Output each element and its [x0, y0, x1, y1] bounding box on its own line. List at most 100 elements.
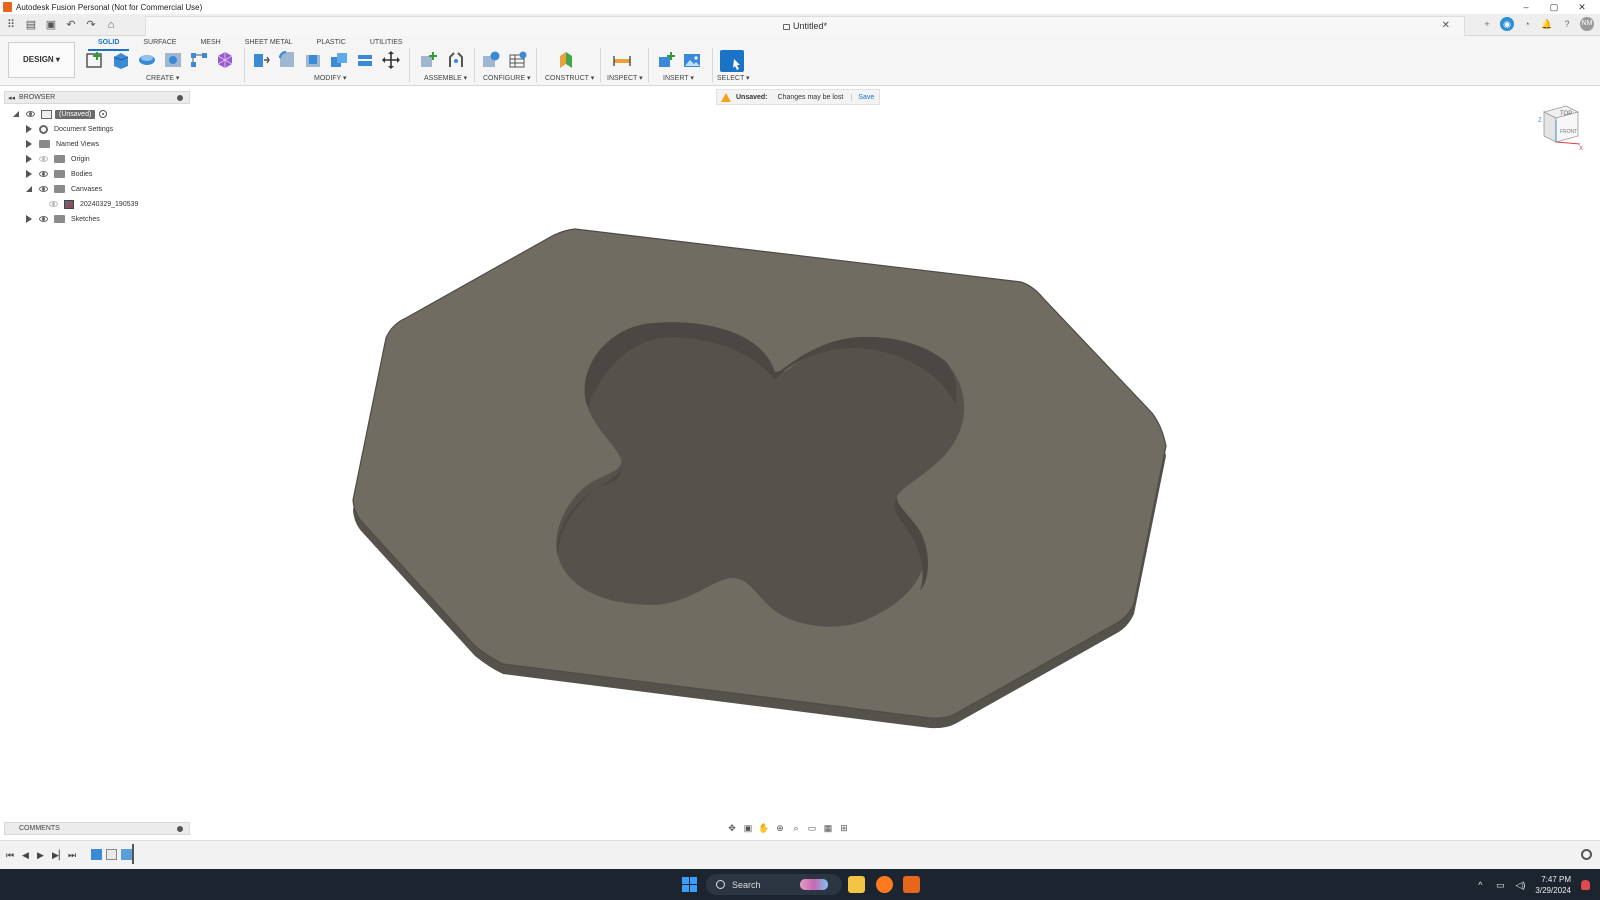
look-at-icon[interactable]: ▣	[742, 823, 754, 833]
visibility-eye-icon[interactable]	[39, 186, 48, 192]
expand-arrow-icon[interactable]	[26, 125, 32, 133]
notification-bell-icon[interactable]	[1581, 879, 1590, 890]
step-forward-icon[interactable]: ▶▏	[52, 850, 66, 861]
browser-item-canvas-image[interactable]: 20240329_190539	[49, 197, 138, 211]
select-group-label[interactable]: SELECT ▾	[717, 74, 750, 82]
browser-item-named-views[interactable]: Named Views	[26, 137, 99, 151]
configuration-table-icon[interactable]	[508, 50, 528, 70]
browser-item-bodies[interactable]: Bodies	[26, 167, 92, 181]
expand-arrow-icon[interactable]	[26, 215, 32, 223]
user-avatar[interactable]: NM	[1580, 17, 1594, 31]
pan-icon[interactable]: ✋	[758, 823, 770, 833]
browser-item-document-settings[interactable]: Document Settings	[26, 122, 113, 136]
plate-body[interactable]	[352, 228, 1167, 719]
redo-icon[interactable]: ↷	[84, 18, 98, 32]
comments-panel[interactable]: COMMENTS	[4, 822, 190, 835]
close-tab-button[interactable]: ✕	[1442, 20, 1450, 31]
firefox-icon[interactable]	[876, 876, 893, 893]
tab-mesh[interactable]: MESH	[190, 37, 230, 51]
browser-root[interactable]: (Unsaved)	[13, 107, 108, 121]
visibility-eye-icon[interactable]	[39, 156, 48, 162]
play-icon[interactable]: ▶	[37, 850, 44, 861]
workspace-switcher[interactable]: DESIGN ▾	[8, 42, 75, 78]
new-component-icon[interactable]	[418, 50, 438, 70]
insert-derive-icon[interactable]	[656, 50, 676, 70]
collapse-browser-icon[interactable]: ◂◂	[8, 94, 15, 102]
inspect-group-label[interactable]: INSPECT ▾	[607, 74, 643, 82]
configure-group-label[interactable]: CONFIGURE ▾	[483, 74, 530, 82]
visibility-eye-icon[interactable]	[39, 171, 48, 177]
minimize-button[interactable]: –	[1512, 0, 1540, 14]
shell-icon[interactable]	[303, 50, 323, 70]
configure-icon[interactable]	[481, 50, 501, 70]
select-tool-icon[interactable]	[720, 50, 744, 72]
browser-item-canvases[interactable]: Canvases	[26, 182, 102, 196]
volume-icon[interactable]: ◁)	[1515, 880, 1525, 890]
visibility-eye-icon[interactable]	[39, 216, 48, 222]
extensions-icon[interactable]: ◉	[1500, 17, 1514, 31]
add-comment-icon[interactable]	[177, 826, 183, 832]
go-to-end-icon[interactable]: ⏭	[68, 850, 76, 861]
form-icon[interactable]	[215, 50, 235, 70]
help-icon[interactable]: ?	[1560, 17, 1574, 31]
assemble-group-label[interactable]: ASSEMBLE ▾	[424, 74, 467, 82]
taskbar-clock[interactable]: 7:47 PM 3/29/2024	[1535, 874, 1571, 896]
modify-group-label[interactable]: MODIFY ▾	[314, 74, 347, 82]
visibility-eye-icon[interactable]	[26, 111, 35, 117]
hole-icon[interactable]	[163, 50, 183, 70]
offset-plane-icon[interactable]	[556, 50, 576, 70]
viewports-icon[interactable]: ⊞	[838, 823, 850, 833]
activate-radio-icon[interactable]	[99, 110, 108, 118]
tab-solid[interactable]: SOLID	[88, 37, 130, 51]
display-settings-icon[interactable]: ▭	[806, 823, 818, 833]
extrude-icon[interactable]	[111, 50, 131, 70]
timeline-canvas-feature[interactable]	[91, 849, 102, 860]
create-sketch-icon[interactable]	[85, 50, 105, 70]
go-to-start-icon[interactable]: ⏮	[6, 850, 14, 861]
insert-group-label[interactable]: INSERT ▾	[663, 74, 694, 82]
data-panel-grid-icon[interactable]: ⠿	[4, 18, 18, 32]
construct-group-label[interactable]: CONSTRUCT ▾	[545, 74, 594, 82]
maximize-button[interactable]: ▢	[1540, 0, 1568, 14]
press-pull-icon[interactable]	[251, 50, 271, 70]
taskbar-search[interactable]: Search	[706, 874, 842, 895]
orbit-icon[interactable]: ✥	[726, 823, 738, 833]
network-icon[interactable]: ▭	[1495, 880, 1505, 890]
browser-item-origin[interactable]: Origin	[26, 152, 90, 166]
timeline-marker[interactable]	[132, 844, 134, 864]
expand-arrow-icon[interactable]	[26, 140, 32, 148]
notifications-icon[interactable]: 🔔	[1540, 17, 1554, 31]
viewport-canvas[interactable]	[0, 86, 1600, 816]
new-tab-icon[interactable]: +	[1480, 17, 1494, 31]
create-group-label[interactable]: CREATE ▾	[146, 74, 179, 82]
step-back-icon[interactable]: ◀	[22, 850, 29, 861]
visibility-eye-icon[interactable]	[49, 201, 58, 207]
pattern-icon[interactable]	[189, 50, 209, 70]
grid-settings-icon[interactable]: ▦	[822, 823, 834, 833]
undo-icon[interactable]: ↶	[64, 18, 78, 32]
insert-canvas-icon[interactable]	[682, 50, 702, 70]
save-icon[interactable]: ▣	[44, 18, 58, 32]
timeline-settings-gear-icon[interactable]	[1581, 849, 1592, 860]
fusion-taskbar-icon[interactable]	[903, 876, 920, 893]
fillet-icon[interactable]	[277, 50, 297, 70]
tab-plastic[interactable]: PLASTIC	[307, 37, 356, 51]
tab-utilities[interactable]: UTILITIES	[360, 37, 413, 51]
timeline-sketch-feature[interactable]	[106, 849, 117, 860]
browser-item-sketches[interactable]: Sketches	[26, 212, 100, 226]
viewcube-front-label[interactable]: FRONT	[1560, 129, 1577, 135]
file-explorer-icon[interactable]	[848, 876, 865, 893]
windows-start-icon[interactable]	[682, 877, 697, 892]
job-status-icon[interactable]: ◔	[1520, 17, 1534, 31]
expand-arrow-icon[interactable]	[26, 155, 32, 163]
tab-surface[interactable]: SURFACE	[133, 37, 186, 51]
expand-arrow-icon[interactable]	[26, 170, 32, 178]
home-icon[interactable]: ⌂	[104, 18, 118, 32]
expand-arrow-icon[interactable]	[26, 186, 32, 192]
expand-root-icon[interactable]	[13, 111, 19, 117]
view-cube[interactable]: TOP FRONT Z X	[1536, 102, 1584, 150]
joint-icon[interactable]	[446, 50, 466, 70]
chevron-up-icon[interactable]: ^	[1475, 880, 1485, 890]
pin-browser-icon[interactable]	[177, 95, 183, 101]
zoom-window-icon[interactable]: ⌕	[790, 823, 802, 833]
